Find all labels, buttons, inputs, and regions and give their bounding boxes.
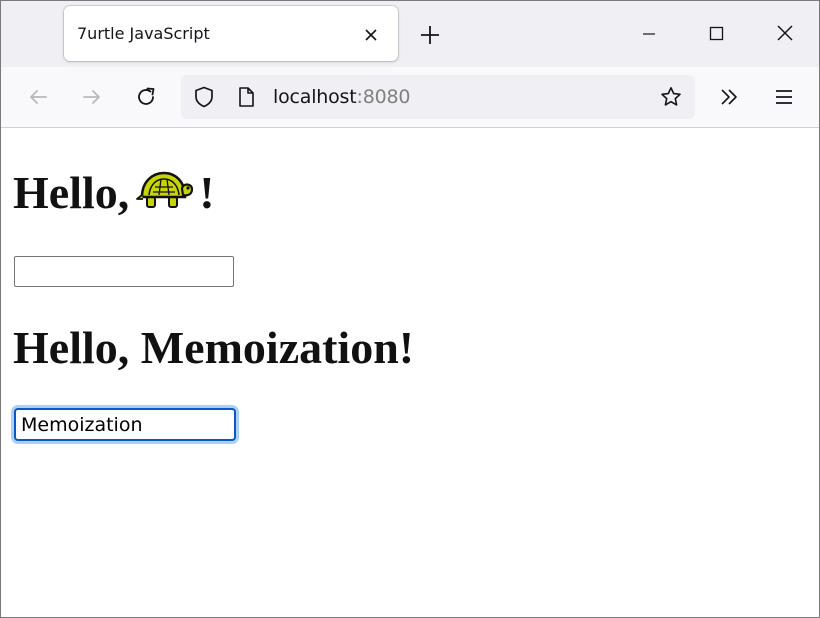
forward-icon[interactable] bbox=[80, 85, 104, 109]
close-icon[interactable] bbox=[773, 21, 797, 45]
new-tab-icon[interactable] bbox=[418, 23, 442, 47]
reload-icon[interactable] bbox=[134, 85, 158, 109]
heading-hello-memoization: Hello, Memoization! bbox=[13, 322, 415, 373]
url-host: localhost bbox=[273, 86, 357, 108]
heading-suffix: ! bbox=[199, 167, 215, 218]
bookmark-star-icon[interactable] bbox=[659, 85, 683, 109]
tab-active[interactable]: 7urtle JavaScript bbox=[64, 6, 398, 61]
tab-title: 7urtle JavaScript bbox=[77, 24, 210, 43]
shield-icon[interactable] bbox=[192, 85, 216, 109]
name-input-focused[interactable] bbox=[14, 408, 236, 441]
turtle-emoji-icon bbox=[135, 165, 194, 222]
tab-close-icon[interactable] bbox=[359, 23, 383, 47]
page-icon[interactable] bbox=[234, 85, 258, 109]
heading-prefix: Hello, bbox=[13, 167, 130, 218]
name-input-empty[interactable] bbox=[14, 256, 234, 287]
url-port: :8080 bbox=[356, 86, 411, 108]
browser-window: 7urtle JavaScript localhost:8080 Hello, … bbox=[0, 0, 820, 618]
url-bar[interactable]: localhost:8080 bbox=[181, 75, 695, 119]
tab-strip: 7urtle JavaScript bbox=[1, 1, 819, 67]
page-content: Hello, ! Hello, Memoization! bbox=[1, 128, 819, 617]
overflow-chevrons-icon[interactable] bbox=[717, 85, 741, 109]
url-text[interactable]: localhost:8080 bbox=[273, 86, 410, 108]
minimize-icon[interactable] bbox=[637, 21, 661, 45]
heading-hello-turtle: Hello, ! bbox=[13, 166, 215, 226]
back-icon[interactable] bbox=[26, 85, 50, 109]
maximize-icon[interactable] bbox=[704, 21, 728, 45]
menu-icon[interactable] bbox=[772, 85, 796, 109]
navigation-bar: localhost:8080 bbox=[1, 67, 819, 128]
